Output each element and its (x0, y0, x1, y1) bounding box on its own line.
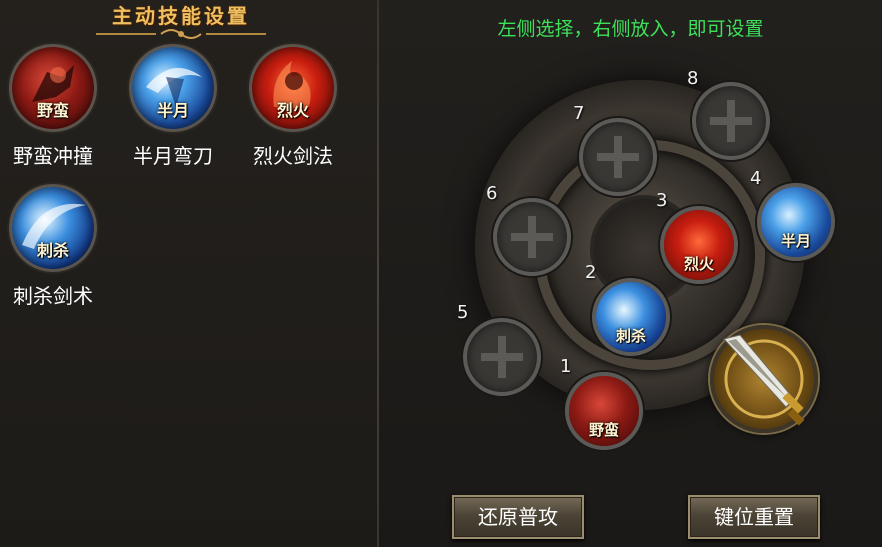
skill-item-half-moon-blade[interactable]: 半月 半月弯刀 (118, 44, 228, 169)
skill-name: 半月弯刀 (133, 144, 213, 168)
key-slot-4[interactable]: 半月 (757, 183, 835, 261)
plus-icon (710, 100, 752, 142)
restore-attack-button[interactable]: 还原普攻 (452, 495, 584, 539)
plus-icon (481, 336, 523, 378)
slot-number: 5 (457, 302, 469, 323)
plus-icon (511, 216, 553, 258)
skill-item-blazing-sword[interactable]: 烈火 烈火剑法 (238, 44, 348, 169)
slot-number: 7 (573, 103, 585, 124)
title-ornament-icon (96, 29, 266, 39)
blazing-sword-icon: 烈火 (249, 44, 337, 132)
skill-item-assassinate-sword[interactable]: 刺杀 刺杀剑术 (0, 184, 108, 309)
slot-number: 1 (560, 356, 572, 377)
key-slot-5[interactable] (463, 318, 541, 396)
panel-title-banner: 主动技能设置 (96, 0, 266, 40)
key-slot-1[interactable]: 野蛮 (565, 372, 643, 450)
half-moon-blade-icon: 半月 (129, 44, 217, 132)
sword-icon (723, 334, 805, 426)
key-slot-7[interactable] (579, 118, 657, 196)
plus-icon (597, 136, 639, 178)
reset-keys-button[interactable]: 键位重置 (688, 495, 820, 539)
basic-attack-button[interactable] (710, 325, 818, 433)
slot-number: 4 (750, 168, 762, 189)
skill-name: 烈火剑法 (253, 144, 333, 168)
key-slot-2[interactable]: 刺杀 (592, 278, 670, 356)
savage-charge-icon: 野蛮 (9, 44, 97, 132)
key-slot-3[interactable]: 烈火 (660, 206, 738, 284)
key-slot-6[interactable] (493, 198, 571, 276)
key-slot-8[interactable] (692, 82, 770, 160)
skill-name: 刺杀剑术 (13, 284, 93, 308)
instruction-text: 左侧选择，右侧放入，即可设置 (497, 18, 764, 40)
assassinate-sword-icon: 刺杀 (9, 184, 97, 272)
panel-title: 主动技能设置 (112, 4, 250, 28)
skill-name: 野蛮冲撞 (13, 144, 93, 168)
slot-number: 6 (486, 183, 498, 204)
slot-number: 3 (656, 190, 668, 211)
skill-item-savage-charge[interactable]: 野蛮 野蛮冲撞 (0, 44, 108, 169)
slot-number: 2 (585, 262, 597, 283)
